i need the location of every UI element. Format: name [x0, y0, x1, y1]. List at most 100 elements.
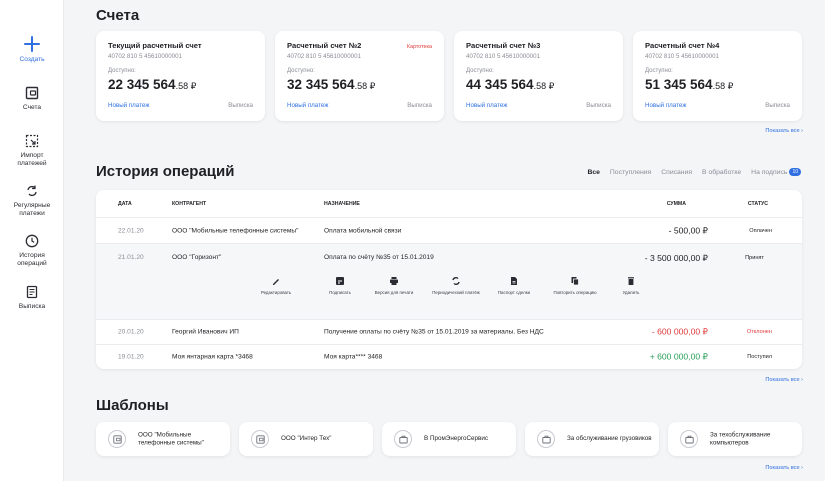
statement-link[interactable]: Выписка — [765, 102, 790, 109]
sidebar-item-label: Регулярные платежи — [13, 202, 51, 217]
tab-processing[interactable]: В обработке — [702, 169, 741, 176]
history-show-all-link[interactable]: Показать все › — [765, 377, 803, 383]
row-contractor: ООО "Горизонт" — [172, 254, 222, 261]
column-contractor: КОНТРАГЕНТ — [172, 201, 207, 207]
statement-link[interactable]: Выписка — [586, 102, 611, 109]
templates-title: Шаблоны — [96, 397, 169, 414]
account-card[interactable]: Расчетный счет №4 40702 810 5 4561000000… — [633, 31, 802, 121]
chevron-right-icon: › — [801, 377, 803, 383]
sidebar-item-history[interactable]: История операций — [0, 234, 64, 268]
history-tabs: Все Поступления Списания В обработке На … — [587, 168, 801, 176]
row-contractor: Георгий Иванович ИП — [172, 328, 239, 336]
template-label: За обслуживание грузовиков — [567, 435, 652, 443]
sidebar-item-statement[interactable]: Выписка — [0, 285, 64, 311]
tab-to-sign[interactable]: На подпись 10 — [751, 168, 801, 176]
new-payment-link[interactable]: Новый платеж — [108, 102, 149, 109]
action-label: Версия для печати — [374, 290, 414, 295]
row-sum: - 500,00 ₽ — [668, 225, 708, 235]
action-label: Повторить операцию — [553, 290, 597, 295]
print-button[interactable]: Версия для печати — [364, 276, 424, 296]
templates-show-all-link[interactable]: Показать все › — [765, 465, 803, 471]
sidebar-item-label: История операций — [17, 252, 47, 267]
account-balance: 44 345 564.58 ₽ — [466, 76, 611, 94]
sidebar-item-label: Импорт платежей — [17, 152, 47, 167]
table-row[interactable]: 20.01.20 Георгий Иванович ИП Получение о… — [96, 320, 802, 345]
briefcase-icon — [680, 430, 698, 448]
sidebar: Создать Счета Импорт платежей Регулярные… — [0, 0, 64, 481]
balance-integer: 22 345 564 — [108, 77, 176, 92]
row-date: 19.01.20 — [118, 353, 144, 361]
table-row[interactable]: 22.01.20 ООО "Мобильные телефонные систе… — [96, 218, 802, 244]
column-date: ДАТА — [118, 201, 132, 207]
show-all-label: Показать все — [765, 465, 800, 471]
balance-fraction: .58 ₽ — [175, 81, 197, 91]
import-icon — [25, 134, 39, 148]
sidebar-item-regular[interactable]: Регулярные платежи — [0, 184, 64, 218]
row-purpose: Оплата по счёту №35 от 15.01.2019 — [324, 254, 434, 261]
delete-button[interactable]: Удалить — [601, 276, 661, 296]
account-number: 40702 810 5 45610000001 — [645, 53, 719, 60]
sign-icon — [336, 277, 344, 285]
wallet-icon — [25, 86, 39, 100]
account-balance: 32 345 564.58 ₽ — [287, 76, 432, 94]
recurring-payment-button[interactable]: Периодический платёж — [426, 276, 486, 296]
copy-icon — [571, 277, 579, 286]
row-date: 21.01.20 — [118, 254, 144, 261]
chevron-right-icon: › — [801, 465, 803, 471]
column-status: СТАТУС — [747, 201, 768, 207]
balance-fraction: .58 ₽ — [354, 81, 376, 91]
statement-link[interactable]: Выписка — [407, 102, 432, 109]
deal-passport-button[interactable]: Паспорт сделки — [484, 276, 544, 296]
recurring-icon — [452, 276, 460, 286]
template-card[interactable]: За обслуживание грузовиков — [525, 422, 659, 456]
edit-button[interactable]: Редактировать — [246, 276, 306, 296]
sidebar-item-import[interactable]: Импорт платежей — [0, 134, 64, 168]
repeat-operation-button[interactable]: Повторить операцию — [545, 276, 605, 296]
repeat-icon — [27, 185, 37, 197]
sidebar-item-label: Счета — [22, 104, 42, 111]
action-label: Подписать — [329, 290, 351, 295]
new-payment-link[interactable]: Новый платеж — [466, 102, 507, 109]
new-payment-link[interactable]: Новый платеж — [287, 102, 328, 109]
action-label: Паспорт сделки — [497, 290, 531, 295]
sign-button[interactable]: Подписать — [310, 276, 370, 296]
template-label: За техобслуживание компьютеров — [710, 431, 771, 446]
account-balance: 22 345 564.58 ₽ — [108, 76, 253, 94]
sidebar-item-create[interactable]: Создать — [0, 36, 64, 64]
clock-icon — [25, 234, 39, 248]
tab-outgoing[interactable]: Списания — [661, 169, 692, 176]
table-row-expanded[interactable]: 21.01.20 ООО "Горизонт" Оплата по счёту … — [96, 244, 802, 320]
template-label: ООО "Мобильные телефонные системы" — [138, 431, 204, 446]
pencil-icon — [273, 279, 279, 285]
balance-integer: 44 345 564 — [466, 77, 534, 92]
account-card[interactable]: Расчетный счет №2 Картотека 40702 810 5 … — [275, 31, 444, 121]
new-payment-link[interactable]: Новый платеж — [645, 102, 686, 109]
count-badge: 10 — [789, 168, 801, 176]
tab-incoming[interactable]: Поступления — [610, 169, 651, 176]
template-card[interactable]: ООО "Интер Тех" — [239, 422, 373, 456]
wallet-icon — [108, 430, 126, 448]
table-row[interactable]: 19.01.20 Моя янтарная карта *3468 Моя ка… — [96, 345, 802, 369]
available-label: Доступно: — [466, 68, 494, 74]
account-number: 40702 810 5 45610000001 — [108, 53, 182, 60]
balance-fraction: .58 ₽ — [533, 81, 555, 91]
printer-icon — [390, 277, 398, 285]
accounts-show-all-link[interactable]: Показать все › — [765, 128, 803, 134]
template-card[interactable]: За техобслуживание компьютеров — [668, 422, 802, 456]
row-status: Принят — [745, 255, 764, 261]
row-purpose: Моя карта**** 3468 — [324, 353, 383, 361]
action-label: Редактировать — [260, 290, 292, 295]
account-card[interactable]: Расчетный счет №3 40702 810 5 4561000000… — [454, 31, 623, 121]
sidebar-item-accounts[interactable]: Счета — [0, 86, 64, 112]
account-title: Расчетный счет №3 — [466, 41, 541, 50]
show-all-label: Показать все — [765, 128, 800, 134]
account-card[interactable]: Текущий расчетный счет 40702 810 5 45610… — [96, 31, 265, 121]
tab-label: На подпись — [751, 169, 788, 176]
tab-all[interactable]: Все — [587, 169, 599, 176]
column-sum: СУММА — [666, 201, 686, 207]
template-card[interactable]: В ПромЭнергоСервис — [382, 422, 516, 456]
row-status: Отклонен — [746, 329, 772, 335]
statement-link[interactable]: Выписка — [228, 102, 253, 109]
action-label: Периодический платёж — [432, 290, 480, 295]
template-card[interactable]: ООО "Мобильные телефонные системы" — [96, 422, 230, 456]
